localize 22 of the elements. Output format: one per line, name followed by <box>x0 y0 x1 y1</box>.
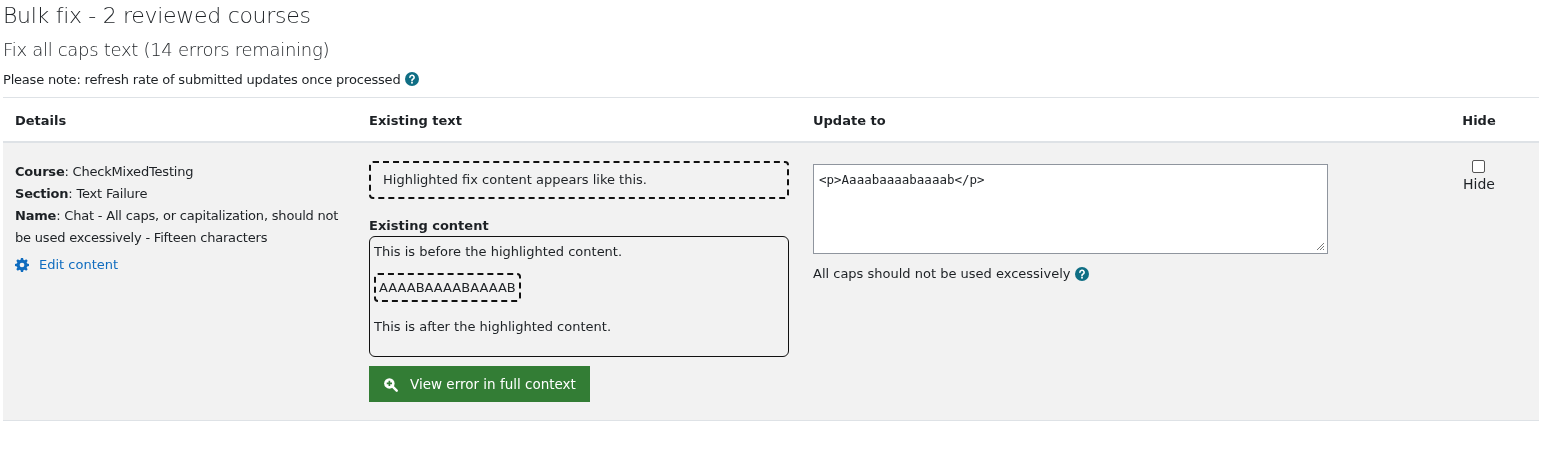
detail-text: Name: Chat - All caps, or capitalization, should not be used excessively - Fifteen characters <box>15 207 340 247</box>
hint-text: All caps should not be used excessively <box>813 266 1071 281</box>
highlighted-text: AAAABAAAABAAAAB <box>374 273 521 302</box>
resize-handle-icon[interactable] <box>1315 241 1325 251</box>
highlight-sample: Highlighted fix content appears like this. <box>369 161 789 199</box>
note-text: Please note: refresh rate of submitted updates once processed <box>3 71 401 87</box>
update-text-area[interactable]: <p>Aaaabaaaabaaaab</p> <box>813 164 1328 254</box>
detail-text: Section: Text Failure <box>15 185 149 203</box>
content-text: This is after the highlighted content. <box>374 318 612 336</box>
edit-content-link[interactable]: Edit content <box>15 257 119 272</box>
section-title: Fix all caps text (14 errors remaining) <box>3 38 331 62</box>
page-title: Bulk fix - 2 reviewed courses <box>3 2 312 30</box>
help-icon[interactable] <box>1075 266 1090 281</box>
help-icon[interactable] <box>405 72 420 86</box>
existing-content-label: Existing content <box>369 218 490 233</box>
detail-text: Course: CheckMixedTesting <box>15 163 195 181</box>
zoom-in-icon <box>383 376 398 392</box>
gear-icon <box>15 257 29 272</box>
content-text: This is before the highlighted content. <box>374 243 624 261</box>
checkbox-label[interactable]: Hide <box>1463 176 1495 192</box>
hide-checkbox[interactable] <box>1472 160 1486 173</box>
view-context-button[interactable]: View error in full context <box>369 366 590 402</box>
